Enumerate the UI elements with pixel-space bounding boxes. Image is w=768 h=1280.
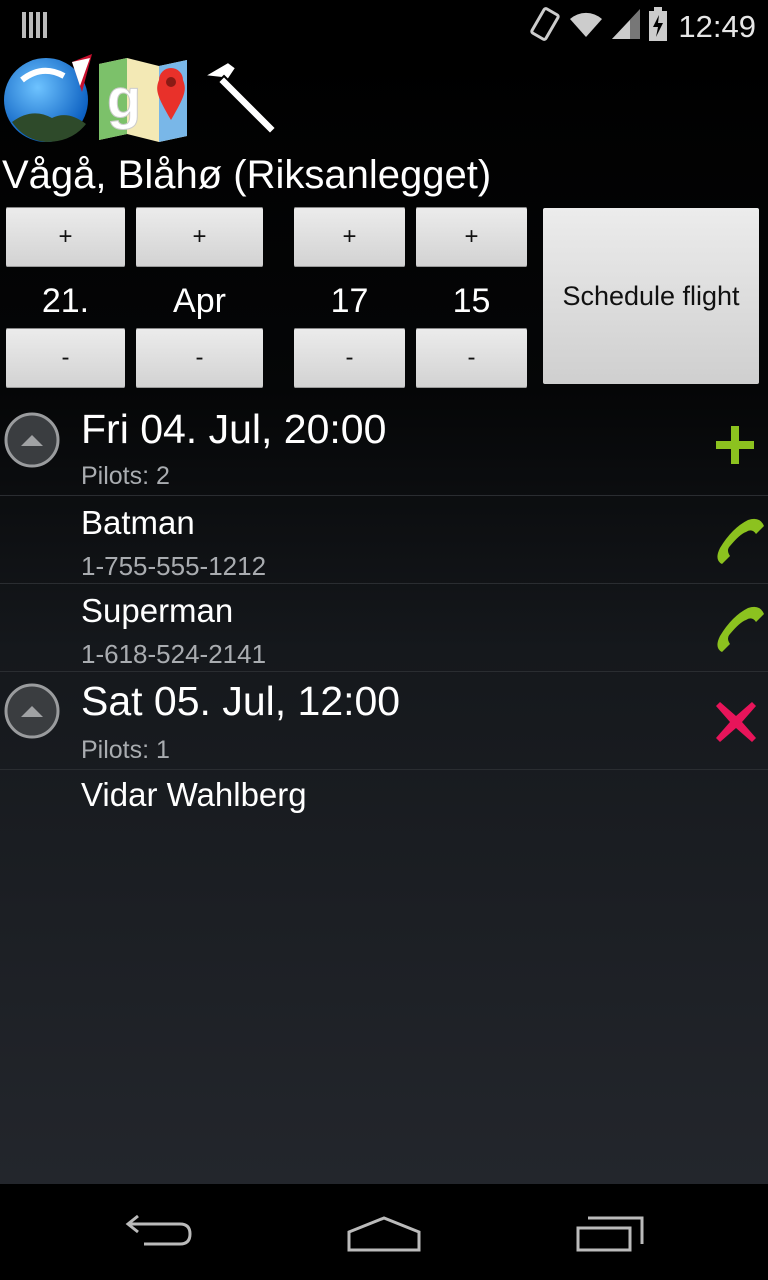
tool-icons: g <box>0 52 768 147</box>
pilots-count: Pilots: 2 <box>81 462 170 490</box>
svg-text:g: g <box>107 67 141 130</box>
pilot-row[interactable]: Superman 1-618-524-2141 <box>0 584 768 671</box>
vibrate-icon <box>530 6 561 47</box>
day-value: 21. <box>41 282 90 320</box>
schedule-flight-button[interactable]: Schedule flight <box>543 208 759 384</box>
hour-decrement-button[interactable]: - <box>294 328 405 388</box>
pilot-phone: 1-755-555-1212 <box>81 551 267 581</box>
hour-increment-button[interactable]: + <box>294 207 405 267</box>
home-icon[interactable] <box>346 1214 422 1259</box>
collapse-icon[interactable] <box>4 683 60 739</box>
signal-icon <box>612 9 641 44</box>
google-maps-icon[interactable]: g <box>97 56 189 149</box>
day-decrement-button[interactable]: - <box>6 328 125 388</box>
minute-decrement-button[interactable]: - <box>416 328 527 388</box>
pilot-name: Superman <box>81 592 234 629</box>
month-decrement-button[interactable]: - <box>136 328 263 388</box>
pilot-row[interactable]: Vidar Wahlberg <box>0 770 768 830</box>
flight-date: Sat 05. Jul, 12:00 <box>81 678 401 724</box>
remove-icon[interactable] <box>716 702 756 747</box>
add-icon[interactable] <box>716 426 754 469</box>
status-bar: 12:49 <box>0 0 768 50</box>
month-increment-button[interactable]: + <box>136 207 263 267</box>
recent-apps-icon[interactable] <box>574 1214 646 1259</box>
battery-icon <box>648 7 668 46</box>
pilots-count: Pilots: 1 <box>81 736 170 764</box>
flight-group-header[interactable]: Sat 05. Jul, 12:00 Pilots: 1 <box>0 672 768 769</box>
paragliding-app-icon[interactable] <box>2 52 94 149</box>
flight-group-header[interactable]: Fri 04. Jul, 20:00 Pilots: 2 <box>0 400 768 495</box>
pilot-name: Vidar Wahlberg <box>81 776 307 813</box>
pilot-row[interactable]: Batman 1-755-555-1212 <box>0 496 768 583</box>
pilot-phone: 1-618-524-2141 <box>81 639 267 669</box>
hammer-icon[interactable] <box>198 58 282 143</box>
phone-icon[interactable] <box>712 514 764 571</box>
pilot-name: Batman <box>81 504 195 541</box>
site-title: Vågå, Blåhø (Riksanlegget) <box>2 153 492 197</box>
minute-value: 15 <box>452 282 491 320</box>
flight-date: Fri 04. Jul, 20:00 <box>81 406 387 452</box>
wifi-icon <box>568 9 604 44</box>
app-content: g Vågå, Blåhø (Riksanlegget) + + + + 21.… <box>0 50 768 1184</box>
notification-icon <box>22 10 48 43</box>
day-increment-button[interactable]: + <box>6 207 125 267</box>
clock: 12:49 <box>678 8 756 44</box>
phone-icon[interactable] <box>712 602 764 659</box>
minute-increment-button[interactable]: + <box>416 207 527 267</box>
month-value: Apr <box>173 282 226 320</box>
navigation-bar <box>0 1184 768 1280</box>
collapse-icon[interactable] <box>4 412 60 468</box>
back-icon[interactable] <box>124 1210 194 1255</box>
hour-value: 17 <box>330 282 369 320</box>
